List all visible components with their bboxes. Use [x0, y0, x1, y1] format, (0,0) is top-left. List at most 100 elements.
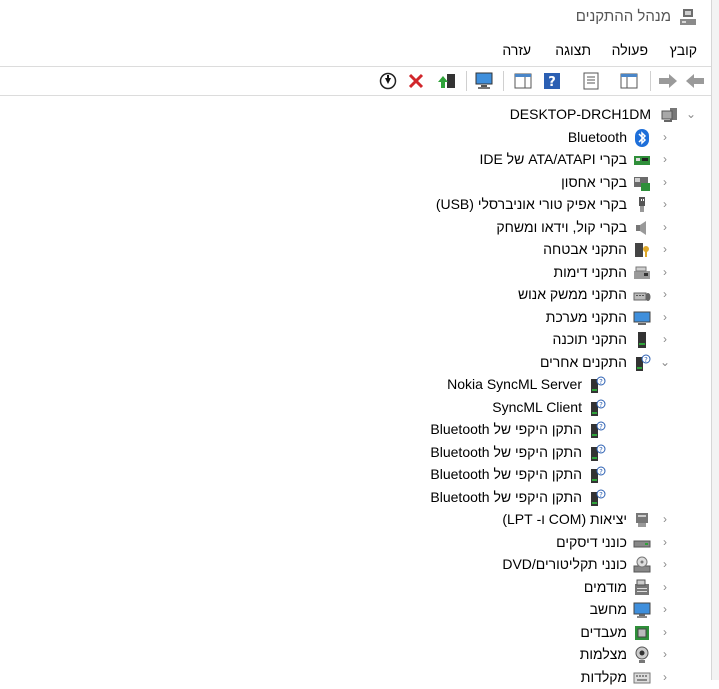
tree-category-item[interactable]: › בקרי ATA/ATAPI של IDE — [0, 149, 711, 171]
tree-item-label: התקן היקפי של Bluetooth — [430, 488, 582, 505]
chevron-right-icon[interactable]: › — [659, 670, 671, 684]
chevron-right-icon[interactable]: › — [659, 557, 671, 571]
tree-child-item[interactable]: ? Nokia SyncML Server — [0, 374, 711, 396]
tree-item-label: SyncML Client — [492, 398, 582, 415]
title-bar: מנהל ההתקנים — [0, 0, 711, 36]
menu-file[interactable]: קובץ — [670, 42, 697, 58]
processor-icon — [635, 625, 649, 640]
tree-item-label: מצלמות — [579, 646, 627, 662]
modem-icon — [635, 579, 649, 595]
svg-text:?: ? — [599, 423, 603, 431]
computer-icon — [661, 108, 677, 122]
tree-item-label: מקלדות — [580, 668, 627, 685]
tree-item-label: התקני דימות — [553, 263, 627, 280]
ide-controller-icon — [634, 156, 650, 165]
tree-category-item[interactable]: › התקני דימות — [0, 262, 711, 284]
tree-category-item[interactable]: › בקרי קול, וידאו ומשחק — [0, 217, 711, 239]
chevron-down-icon[interactable]: ⌄ — [659, 355, 671, 369]
tree-category-item[interactable]: › יציאות (COM ו- LPT) — [0, 509, 711, 531]
port-icon — [636, 513, 648, 527]
tree-item-label: התקני ממשק אנוש — [517, 286, 627, 302]
tree-category-item[interactable]: › בקרי אפיק טורי אוניברסלי (USB) — [0, 194, 711, 216]
properties-icon[interactable] — [580, 70, 602, 92]
hid-icon — [633, 292, 651, 301]
chevron-right-icon[interactable]: › — [659, 647, 671, 661]
tree-item-label: התקן היקפי של Bluetooth — [430, 421, 582, 437]
dvd-drive-icon — [633, 556, 651, 573]
uninstall-icon[interactable] — [405, 70, 427, 92]
tree-category-item[interactable]: › מעבדים — [0, 622, 711, 644]
svg-text:?: ? — [599, 401, 603, 409]
tree-category-item[interactable]: › כונני דיסקים — [0, 532, 711, 554]
enable-device-icon[interactable] — [377, 70, 399, 92]
chevron-right-icon[interactable]: › — [659, 197, 671, 211]
tree-category-item[interactable]: › מחשב — [0, 599, 711, 621]
security-device-icon — [635, 243, 649, 257]
tree-child-item[interactable]: ? התקן היקפי של Bluetooth — [0, 419, 711, 441]
tree-category-item[interactable]: › התקני מערכת — [0, 307, 711, 329]
menu-bar: קובץ פעולה תצוגה עזרה — [0, 38, 711, 64]
chevron-right-icon[interactable]: › — [659, 130, 671, 144]
speaker-icon — [636, 220, 646, 235]
chevron-right-icon[interactable]: › — [659, 625, 671, 639]
camera-icon — [635, 646, 649, 663]
chevron-right-icon[interactable]: › — [659, 152, 671, 166]
scan-hardware-icon[interactable] — [473, 70, 495, 92]
chevron-right-icon[interactable]: › — [659, 242, 671, 256]
console-tree-icon[interactable] — [618, 70, 640, 92]
tree-child-item[interactable]: ? התקן היקפי של Bluetooth — [0, 464, 711, 486]
tree-item-label: Bluetooth — [567, 128, 627, 145]
update-driver-icon[interactable] — [436, 70, 458, 92]
svg-text:?: ? — [599, 491, 603, 499]
tree-category-item[interactable]: › בקרי אחסון — [0, 172, 711, 194]
chevron-right-icon[interactable]: › — [659, 310, 671, 324]
menu-help[interactable]: עזרה — [502, 42, 531, 58]
tree-category-item[interactable]: › מצלמות — [0, 644, 711, 666]
chevron-right-icon[interactable]: › — [659, 220, 671, 234]
software-device-icon — [638, 332, 646, 348]
tree-root-label: DESKTOP-DRCH1DM — [509, 106, 651, 122]
chevron-right-icon[interactable]: › — [659, 512, 671, 526]
chevron-right-icon[interactable]: › — [659, 332, 671, 346]
computer-icon — [633, 602, 651, 618]
tree-child-item[interactable]: ? התקן היקפי של Bluetooth — [0, 442, 711, 464]
tree-item-label: התקני מערכת — [545, 308, 627, 325]
disk-drive-icon — [633, 540, 651, 547]
menu-view[interactable]: תצוגה — [555, 42, 591, 58]
back-arrow-icon[interactable] — [684, 70, 706, 92]
tree-root[interactable]: ⌄ DESKTOP-DRCH1DM — [0, 104, 711, 126]
tree-item-label: מעבדים — [580, 623, 627, 640]
chevron-right-icon[interactable]: › — [659, 602, 671, 616]
tree-category-item[interactable]: › התקני ממשק אנוש — [0, 284, 711, 306]
help-icon[interactable]: ? — [541, 70, 563, 92]
tree-category-item[interactable]: ⌄? התקנים אחרים — [0, 352, 711, 374]
tree-category-item[interactable]: › Bluetooth — [0, 127, 711, 149]
tree-child-item[interactable]: ? התקן היקפי של Bluetooth — [0, 487, 711, 509]
tree-category-item[interactable]: › מודמים — [0, 577, 711, 599]
forward-arrow-icon[interactable] — [657, 70, 679, 92]
unknown-device-icon: ? — [591, 399, 606, 416]
toolbar: ? — [0, 66, 711, 96]
unknown-device-icon: ? — [591, 444, 606, 461]
chevron-right-icon[interactable]: › — [659, 535, 671, 549]
chevron-down-icon[interactable]: ⌄ — [685, 107, 697, 121]
chevron-right-icon[interactable]: › — [659, 287, 671, 301]
bluetooth-icon — [635, 128, 649, 147]
chevron-right-icon[interactable]: › — [659, 580, 671, 594]
tree-item-label: כונני דיסקים — [556, 533, 627, 550]
tree-item-label: בקרי אחסון — [561, 173, 627, 190]
tree-category-item[interactable]: › כונני תקליטורים/DVD — [0, 554, 711, 576]
tree-category-item[interactable]: › התקני אבטחה — [0, 239, 711, 261]
chevron-right-icon[interactable]: › — [659, 265, 671, 279]
unknown-device-icon: ? — [591, 421, 606, 438]
tree-category-item[interactable]: › מקלדות — [0, 667, 711, 689]
show-hidden-icon[interactable] — [512, 70, 534, 92]
adjacent-window-edge — [711, 0, 719, 680]
tree-child-item[interactable]: ? SyncML Client — [0, 397, 711, 419]
tree-category-item[interactable]: › התקני תוכנה — [0, 329, 711, 351]
toolbar-separator — [503, 71, 504, 91]
chevron-right-icon[interactable]: › — [659, 175, 671, 189]
unknown-device-icon: ? — [591, 489, 606, 506]
menu-action[interactable]: פעולה — [612, 42, 648, 58]
imaging-device-icon — [634, 266, 650, 279]
